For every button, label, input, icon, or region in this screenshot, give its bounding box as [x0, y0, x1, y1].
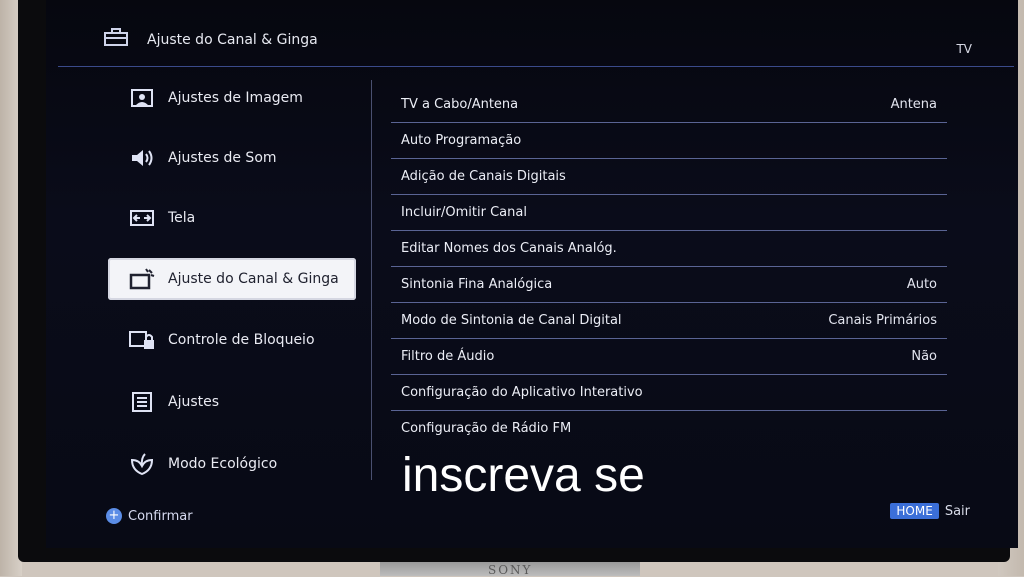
sidebar-item-lock[interactable]: Controle de Bloqueio: [108, 320, 356, 360]
exit-label: Sair: [944, 503, 970, 519]
menu-row-interactive-app[interactable]: Configuração do Aplicativo Interativo: [391, 374, 947, 411]
confirm-hint[interactable]: + Confirmar: [106, 508, 193, 524]
sidebar-item-label: Ajuste do Canal & Ginga: [168, 271, 339, 287]
menu-row-value: Canais Primários: [828, 312, 937, 328]
leaf-icon: [128, 453, 156, 476]
sidebar-item-label: Modo Ecológico: [168, 456, 278, 472]
settings-list-icon: [128, 391, 156, 413]
menu-row-label: Sintonia Fina Analógica: [401, 276, 553, 292]
menu-row-value: Auto: [906, 276, 937, 292]
speaker-icon: [128, 147, 156, 169]
confirm-label: Confirmar: [128, 508, 193, 524]
channel-icon: [128, 268, 156, 290]
menu-row-value: Antena: [890, 96, 937, 112]
menu-row-fm-radio[interactable]: Configuração de Rádio FM: [391, 410, 947, 446]
sidebar-item-eco[interactable]: Modo Ecológico: [108, 444, 356, 484]
input-source-label: TV: [956, 42, 972, 56]
menu-row-label: Modo de Sintonia de Canal Digital: [401, 312, 622, 328]
menu-row-digital-tuning-mode[interactable]: Modo de Sintonia de Canal Digital Canais…: [391, 302, 947, 339]
menu-row-label: Configuração do Aplicativo Interativo: [401, 384, 643, 400]
header-divider: [58, 66, 1014, 67]
page-title: Ajuste do Canal & Ginga: [147, 32, 318, 48]
menu-row-include-omit[interactable]: Incluir/Omitir Canal: [391, 194, 947, 231]
sidebar-item-label: Tela: [168, 210, 196, 226]
picture-icon: [128, 87, 156, 109]
menu-row-cable-antenna[interactable]: TV a Cabo/Antena Antena: [391, 86, 947, 123]
toolbox-icon: [104, 28, 128, 46]
sidebar-item-screen[interactable]: Tela: [108, 198, 356, 238]
sidebar-item-channel[interactable]: Ajuste do Canal & Ginga: [108, 258, 356, 300]
subscribe-caption: inscreva se: [402, 449, 645, 502]
tv-screen: Ajuste do Canal & Ginga TV Ajustes de Im…: [46, 0, 1018, 548]
menu-row-label: Adição de Canais Digitais: [401, 168, 566, 184]
menu-row-label: Auto Programação: [401, 132, 522, 148]
screen-icon: [128, 207, 156, 229]
menu-row-label: Configuração de Rádio FM: [401, 420, 572, 436]
menu-row-auto-program[interactable]: Auto Programação: [391, 122, 947, 159]
plus-circle-icon: +: [106, 508, 122, 524]
lock-icon: [128, 329, 156, 351]
menu-row-label: Editar Nomes dos Canais Analóg.: [401, 240, 617, 256]
brand-logo: SONY: [488, 563, 533, 577]
sidebar-item-label: Ajustes: [168, 394, 220, 410]
menu-row-audio-filter[interactable]: Filtro de Áudio Não: [391, 338, 947, 375]
panel-divider: [371, 80, 372, 480]
sidebar-item-sound[interactable]: Ajustes de Som: [108, 138, 356, 178]
exit-hint[interactable]: HOME Sair: [890, 503, 970, 519]
menu-row-label: Filtro de Áudio: [401, 348, 495, 364]
sidebar-item-label: Ajustes de Som: [168, 150, 277, 166]
sidebar-item-label: Controle de Bloqueio: [168, 332, 315, 348]
menu-row-edit-names[interactable]: Editar Nomes dos Canais Analóg.: [391, 230, 947, 267]
tv-bezel: Ajuste do Canal & Ginga TV Ajustes de Im…: [18, 0, 1018, 562]
sidebar-item-settings[interactable]: Ajustes: [108, 382, 356, 422]
menu-row-label: TV a Cabo/Antena: [401, 96, 519, 112]
menu-row-label: Incluir/Omitir Canal: [401, 204, 527, 220]
menu-row-fine-tune[interactable]: Sintonia Fina Analógica Auto: [391, 266, 947, 303]
menu-row-value: Não: [911, 348, 937, 364]
menu-row-add-digital[interactable]: Adição de Canais Digitais: [391, 158, 947, 195]
home-button[interactable]: HOME: [890, 503, 939, 519]
sidebar-item-label: Ajustes de Imagem: [168, 90, 303, 106]
sidebar-item-picture[interactable]: Ajustes de Imagem: [108, 78, 356, 118]
